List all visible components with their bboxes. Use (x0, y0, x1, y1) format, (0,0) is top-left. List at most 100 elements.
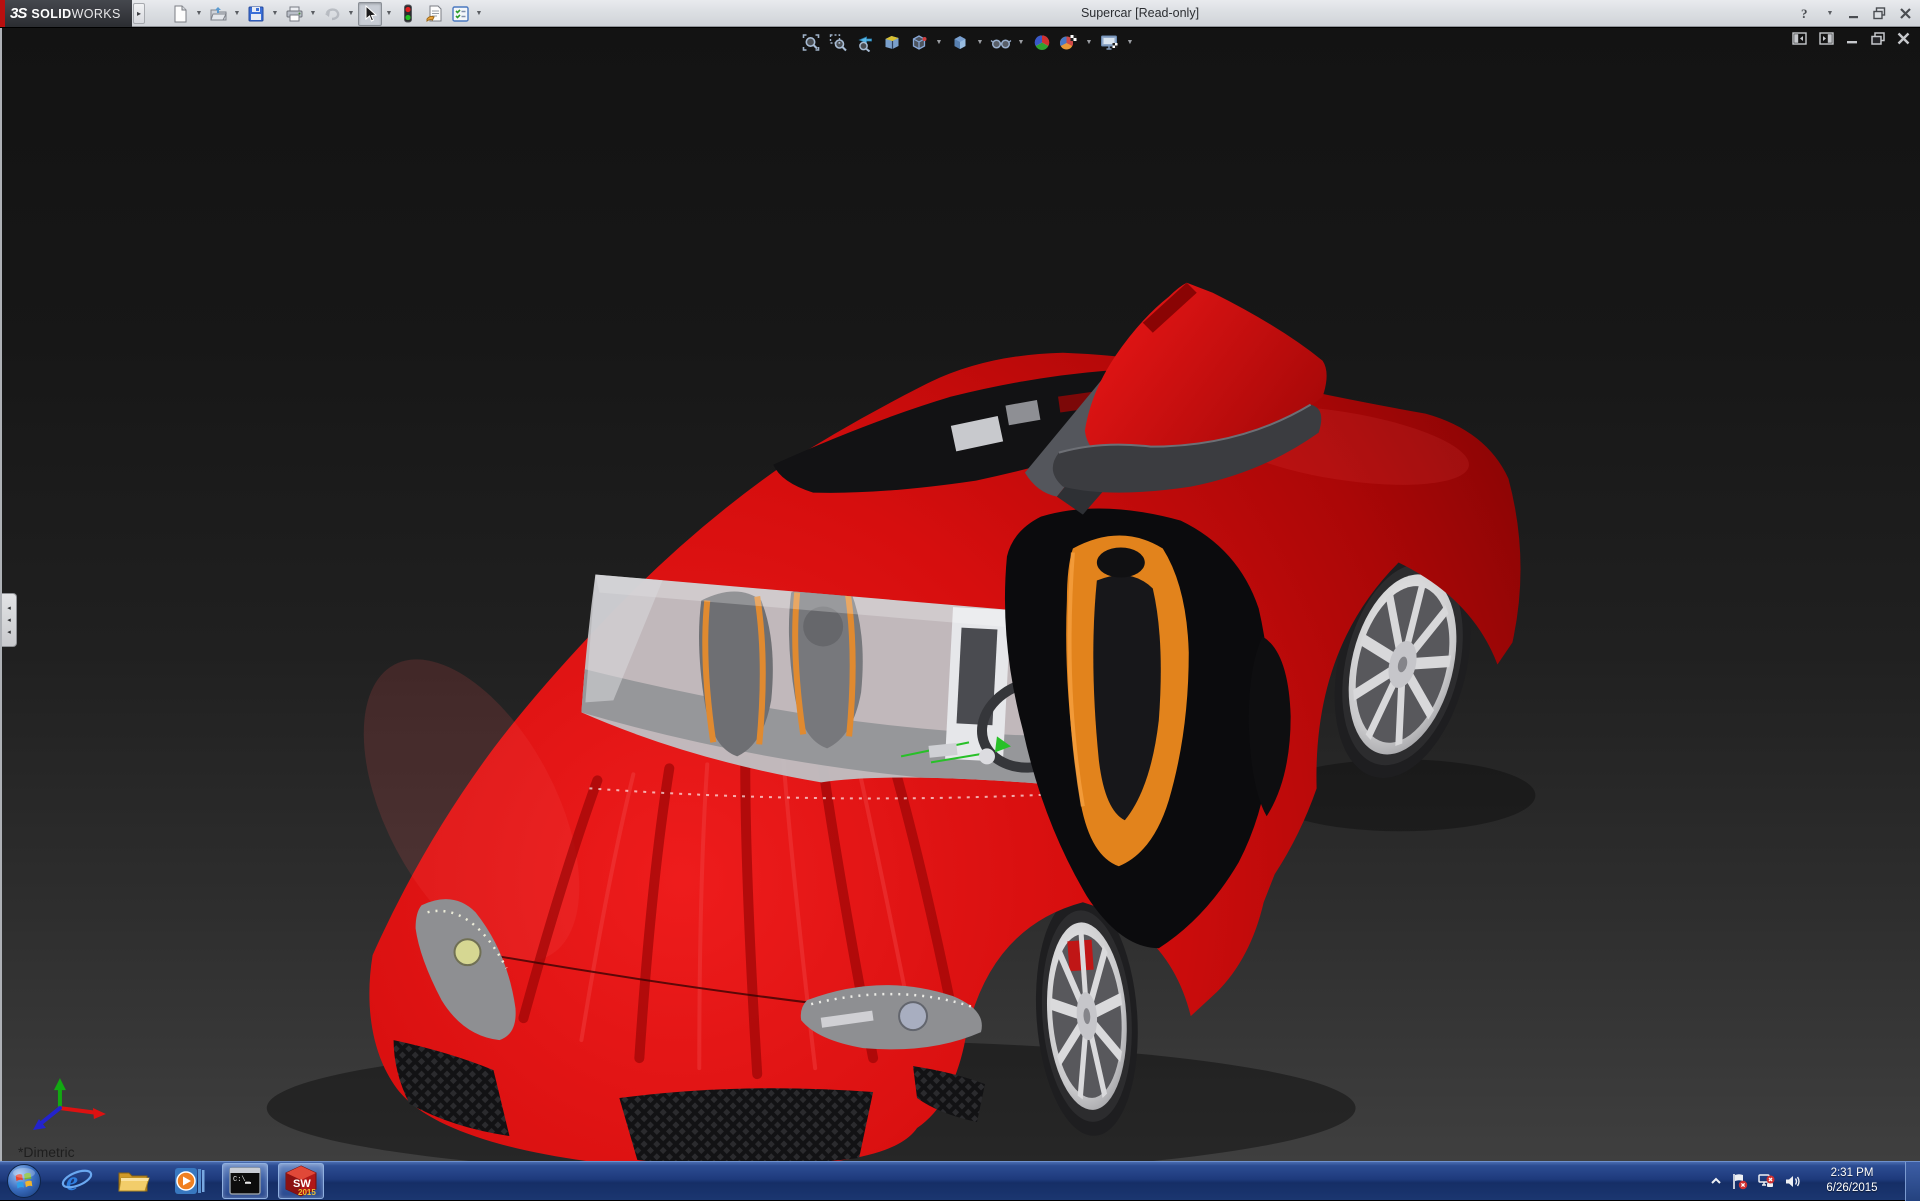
collapse-pane-right[interactable] (1819, 32, 1834, 45)
view-orientation-dropdown[interactable]: ▼ (935, 39, 944, 46)
edit-appearance[interactable] (1031, 31, 1053, 53)
display-style[interactable] (949, 31, 971, 53)
save-document[interactable] (244, 2, 268, 26)
start-button[interactable] (4, 1163, 44, 1200)
new-document[interactable] (168, 2, 192, 26)
select-tool-icon (362, 5, 378, 23)
tray-icons (1710, 1173, 1801, 1190)
undo-dropdown[interactable]: ▼ (346, 2, 356, 26)
zoom-to-area[interactable] (827, 31, 849, 53)
view-settings-icon (1100, 33, 1120, 52)
save-document-icon (247, 5, 265, 23)
undo[interactable] (320, 2, 344, 26)
command-prompt[interactable]: C:\_ (222, 1163, 268, 1199)
minimize-button[interactable] (1848, 4, 1860, 24)
collapse-arrow-icon: ◂ (7, 628, 11, 636)
rebuild-traffic-light[interactable] (396, 2, 420, 26)
help-button[interactable]: ? (1799, 4, 1812, 24)
action-center-flag-icon (1731, 1173, 1748, 1190)
close-button[interactable] (1899, 4, 1912, 24)
media-player[interactable] (166, 1163, 212, 1199)
clock-time: 2:31 PM (1814, 1166, 1890, 1181)
open-document-dropdown[interactable]: ▼ (232, 2, 242, 26)
options-dropdown[interactable]: ▼ (474, 2, 484, 26)
doc-minimize-button[interactable] (1846, 32, 1859, 45)
zoom-to-fit[interactable] (800, 31, 822, 53)
new-document-icon (171, 5, 189, 23)
rebuild-traffic-light-icon (402, 4, 414, 23)
solidworks-2015[interactable]: SW2015 (278, 1163, 324, 1199)
view-settings[interactable] (1099, 31, 1121, 53)
new-document-dropdown[interactable]: ▼ (194, 2, 204, 26)
windows-explorer-icon (116, 1166, 150, 1196)
apply-scene-dropdown[interactable]: ▼ (1085, 39, 1094, 46)
main-toolbar: ▼ ▼ ▼ ▼ ▼ ▼ ▼ (168, 1, 484, 26)
undo-icon (323, 5, 342, 23)
edit-appearance-icon (1032, 33, 1051, 52)
windows-explorer[interactable] (110, 1163, 156, 1199)
hide-show-items[interactable] (990, 31, 1012, 53)
svg-text:2015: 2015 (298, 1188, 316, 1197)
select-tool-dropdown[interactable]: ▼ (384, 2, 394, 26)
supercar-model-scene[interactable]: *Dimetric (2, 28, 1920, 1161)
svg-text:e: e (66, 1166, 78, 1196)
internet-explorer[interactable]: e (54, 1163, 100, 1199)
hide-show-items-icon (990, 33, 1011, 52)
open-document-icon (209, 5, 228, 23)
window-title: Supercar [Read-only] (1081, 0, 1199, 27)
section-view[interactable] (881, 31, 903, 53)
collapse-arrow-icon: ◂ (7, 604, 11, 612)
y-axis-arrow (54, 1078, 66, 1090)
doc-minimize-icon (1846, 32, 1859, 45)
document-window-controls (1792, 32, 1910, 45)
previous-view[interactable] (854, 31, 876, 53)
taskbar-clock[interactable]: 2:31 PM 6/26/2015 (1814, 1166, 1890, 1196)
media-player-icon (172, 1165, 206, 1197)
file-properties[interactable] (422, 2, 446, 26)
show-hidden-icons[interactable] (1710, 1176, 1722, 1186)
featuremanager-collapse-tab[interactable]: ◂ ◂ ◂ (2, 593, 17, 647)
volume[interactable] (1784, 1174, 1801, 1189)
zoom-to-fit-icon (801, 33, 820, 52)
action-center[interactable] (1731, 1173, 1748, 1190)
collapse-pane-left[interactable] (1792, 32, 1807, 45)
file-properties-icon (425, 5, 444, 23)
display-style-icon (950, 33, 969, 52)
network-status[interactable] (1757, 1173, 1775, 1189)
view-orientation-label: *Dimetric (18, 1144, 75, 1160)
window-controls: ?▼ (1799, 0, 1912, 27)
graphics-viewport[interactable]: *Dimetric ▼ ▼ ▼ ▼ ▼ ◂ ◂ ◂ (0, 28, 1920, 1161)
apply-scene[interactable] (1058, 31, 1080, 53)
options[interactable] (448, 2, 472, 26)
view-orientation[interactable] (908, 31, 930, 53)
print-document[interactable] (282, 2, 306, 26)
restore-button[interactable] (1873, 4, 1886, 24)
previous-view-icon (855, 33, 875, 52)
doc-restore-icon (1871, 32, 1885, 45)
show-desktop-button[interactable] (1905, 1162, 1920, 1201)
collapse-pane-right-icon (1819, 32, 1834, 45)
doc-restore-button[interactable] (1871, 32, 1885, 45)
section-view-icon (882, 33, 901, 52)
zoom-to-area-icon (828, 33, 847, 52)
clock-date: 6/26/2015 (1814, 1181, 1890, 1196)
volume-icon (1784, 1174, 1801, 1189)
print-document-dropdown[interactable]: ▼ (308, 2, 318, 26)
solidworks-2015-icon: SW2015 (283, 1164, 319, 1198)
view-orientation-icon (909, 33, 928, 52)
doc-close-icon (1897, 32, 1910, 45)
solidworks-logo: 3S SOLIDWORKS (0, 0, 132, 27)
x-axis-arrow (93, 1108, 106, 1119)
print-document-icon (285, 5, 304, 23)
hide-show-items-dropdown[interactable]: ▼ (1017, 39, 1026, 46)
save-document-dropdown[interactable]: ▼ (270, 2, 280, 26)
open-document[interactable] (206, 2, 230, 26)
view-settings-dropdown[interactable]: ▼ (1126, 39, 1135, 46)
minimize-icon (1848, 8, 1860, 20)
doc-close-button[interactable] (1897, 32, 1910, 45)
help-button-dropdown[interactable]: ▼ (1825, 2, 1835, 26)
menu-flyout-arrow[interactable]: ▸ (133, 3, 145, 24)
select-tool[interactable] (358, 2, 382, 26)
headsup-view-toolbar: ▼ ▼ ▼ ▼ ▼ (800, 31, 1135, 53)
display-style-dropdown[interactable]: ▼ (976, 39, 985, 46)
